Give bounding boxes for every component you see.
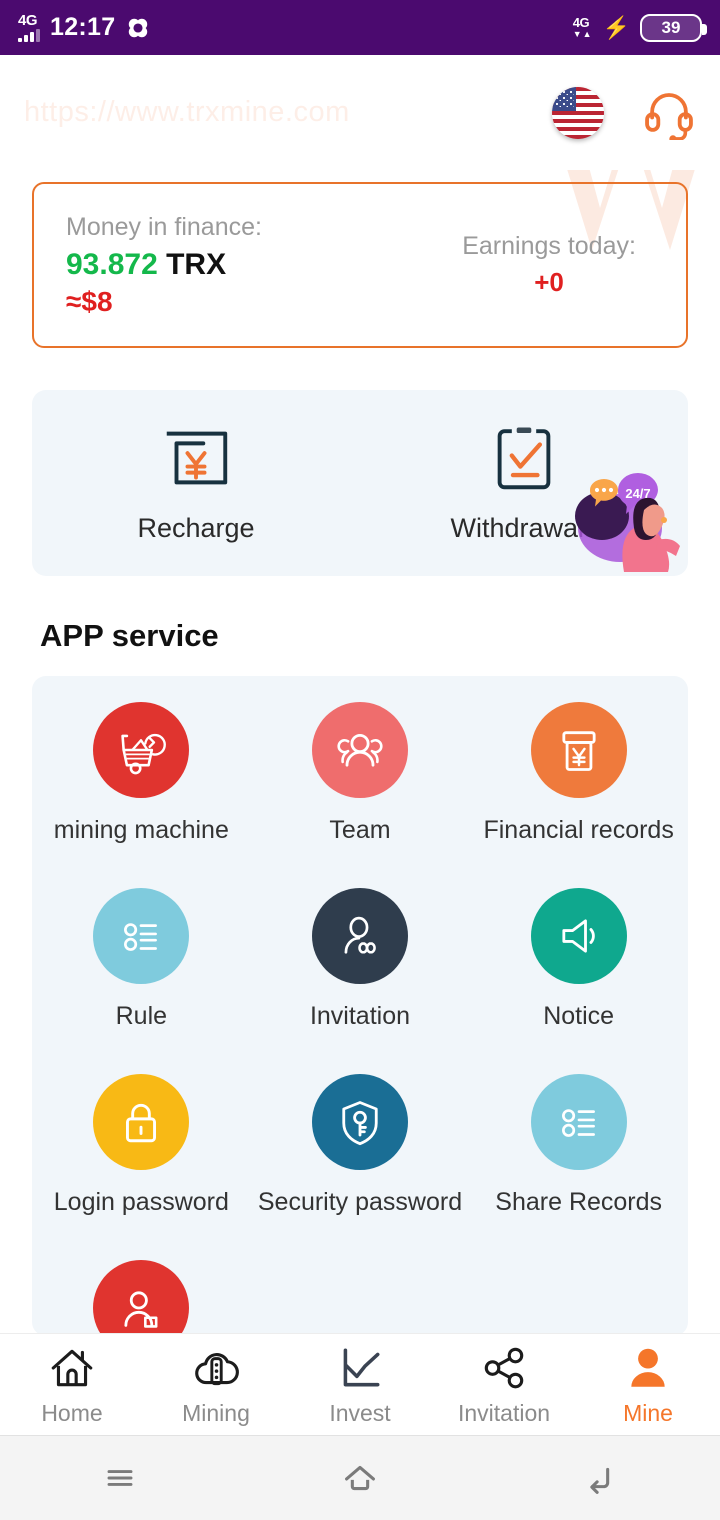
signal-bars-icon	[18, 29, 40, 42]
status-bar: 4G 12:17 4G ▼▲ ⚡ 39	[0, 0, 720, 55]
service-label: Financial records	[483, 816, 674, 844]
tab-label: Invitation	[457, 1399, 551, 1426]
home-outline-icon	[345, 1465, 375, 1491]
service-item-team[interactable]: Team	[251, 702, 470, 888]
service-item-login-password[interactable]: Login password	[32, 1074, 251, 1260]
service-label: mining machine	[53, 816, 229, 844]
service-item-account[interactable]	[32, 1260, 251, 1336]
tab-invest[interactable]: Invest	[288, 1343, 432, 1427]
list-rule-icon	[93, 888, 190, 984]
service-label: Share Records	[495, 1188, 663, 1216]
cloud-mining-icon	[195, 1352, 239, 1385]
tab-mining[interactable]: Mining	[144, 1343, 288, 1427]
service-item-notice[interactable]: Notice	[469, 888, 688, 1074]
network-type-label: 4G	[18, 12, 38, 29]
tab-home[interactable]: Home	[0, 1343, 144, 1427]
data-network-label: 4G	[572, 15, 590, 30]
earnings-today-block: Earnings today: +0	[412, 232, 686, 298]
team-people-icon	[311, 702, 408, 798]
signal-strength-icon: 4G	[18, 13, 40, 42]
clover-icon	[129, 18, 148, 37]
bottom-tab-bar: Home Mining Invest Invitation Mine	[0, 1333, 720, 1435]
service-item-mining-machine[interactable]: mining machine	[32, 702, 251, 888]
service-item-security-password[interactable]: Security password	[251, 1074, 470, 1260]
headset-icon[interactable]	[642, 86, 696, 140]
data-network-icon: 4G ▼▲	[573, 16, 593, 39]
home-icon	[51, 1349, 93, 1386]
service-label: Login password	[53, 1188, 229, 1216]
us-flag-icon[interactable]	[552, 86, 604, 139]
service-label: Notice	[543, 1002, 615, 1030]
menu-icon	[107, 1470, 133, 1486]
status-bar-clock: 12:17	[50, 13, 116, 41]
share-nodes-icon	[484, 1347, 524, 1388]
money-unit: TRX	[166, 247, 227, 281]
recharge-label: Recharge	[137, 512, 255, 543]
tab-invitation[interactable]: Invitation	[432, 1343, 576, 1427]
quick-actions-panel: Recharge Withdrawals 24/7	[32, 390, 688, 576]
back-arrow-icon	[590, 1467, 610, 1494]
app-header: https://www.trxmine.com	[0, 55, 720, 170]
mining-cart-icon	[93, 702, 190, 798]
app-service-panel: mining machine Team Financial records Ru…	[32, 676, 688, 1336]
recharge-button[interactable]: Recharge	[32, 419, 360, 544]
lock-icon	[93, 1074, 190, 1170]
android-back-button[interactable]	[481, 1455, 719, 1501]
service-item-rule[interactable]: Rule	[32, 888, 251, 1074]
app-service-title: APP service	[40, 618, 219, 653]
lightning-bolt-icon: ⚡	[602, 14, 630, 40]
tab-label: Mine	[623, 1399, 673, 1426]
service-label: Team	[329, 816, 391, 844]
android-home-button[interactable]	[241, 1455, 479, 1501]
tab-label: Home	[41, 1399, 103, 1426]
service-label: Security password	[257, 1188, 463, 1216]
tab-label: Mining	[182, 1399, 250, 1426]
service-item-invitation[interactable]: Invitation	[251, 888, 470, 1074]
tab-mine[interactable]: Mine	[576, 1343, 720, 1427]
money-in-finance-label: Money in finance:	[66, 212, 262, 241]
recharge-yen-card-icon	[166, 431, 228, 484]
money-in-finance-amount: 93.872 TRX	[66, 248, 412, 282]
data-arrows-icon: ▼▲	[572, 29, 593, 39]
brand-url-label: https://www.trxmine.com	[24, 96, 350, 128]
service-item-share-records[interactable]: Share Records	[469, 1074, 688, 1260]
balance-card: Money in finance: 93.872 TRX ≈$8 Earning…	[32, 182, 688, 348]
android-navigation-bar	[0, 1435, 720, 1520]
person-account-icon	[93, 1260, 190, 1336]
money-usd-equivalent: ≈$8	[66, 285, 113, 317]
status-bar-right: 4G ▼▲ ⚡ 39	[573, 13, 707, 42]
customer-service-247-illustration[interactable]: 24/7	[572, 454, 684, 572]
shield-key-icon	[311, 1074, 408, 1170]
person-icon	[631, 1348, 665, 1387]
withdraw-clipboard-check-icon	[497, 427, 551, 489]
chart-line-icon	[343, 1348, 380, 1386]
header-actions	[552, 86, 696, 140]
service-label: Invitation	[309, 1002, 411, 1030]
money-in-finance-block: Money in finance: 93.872 TRX ≈$8	[34, 213, 412, 318]
app-service-grid: mining machine Team Financial records Ru…	[32, 676, 688, 1336]
money-value: 93.872	[66, 247, 158, 281]
battery-level-label: 39	[661, 17, 681, 37]
list-records-icon	[530, 1074, 627, 1170]
service-item-financial-records[interactable]: Financial records	[469, 702, 688, 888]
person-link-icon	[311, 888, 408, 984]
battery-icon: 39	[640, 13, 707, 42]
service-label: Rule	[115, 1002, 168, 1030]
app-screen: 4G 12:17 4G ▼▲ ⚡ 39 https://www.trxmine.…	[0, 0, 720, 1520]
speaker-notice-icon	[530, 888, 627, 984]
earnings-today-value: +0	[534, 267, 564, 297]
tab-label: Invest	[329, 1399, 391, 1426]
earnings-today-label: Earnings today:	[462, 232, 636, 260]
android-menu-button[interactable]	[1, 1456, 239, 1500]
atm-yen-icon	[530, 702, 627, 798]
status-bar-left: 4G 12:17	[18, 13, 151, 42]
